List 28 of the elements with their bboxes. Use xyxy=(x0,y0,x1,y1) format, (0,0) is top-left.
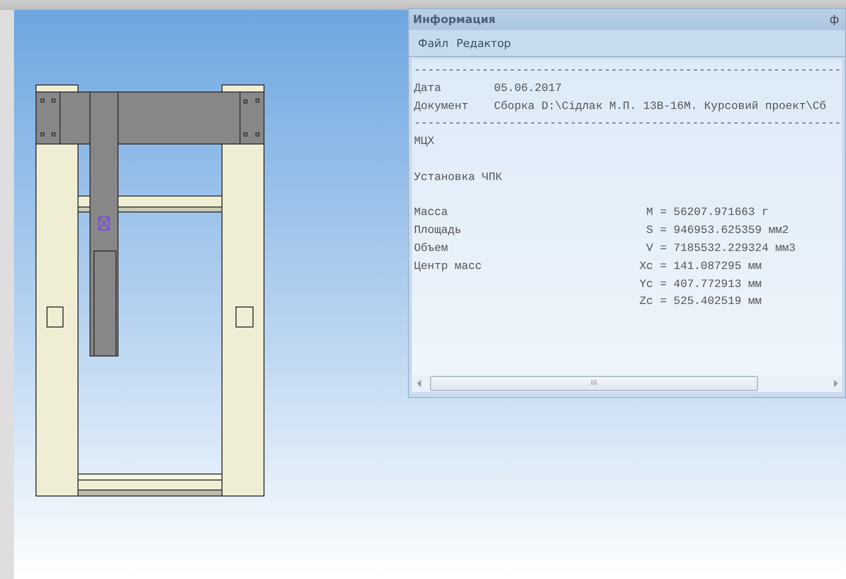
field-label: Документ xyxy=(414,100,470,115)
pin-icon[interactable]: ф xyxy=(830,13,839,26)
separator-line: --------------------------------------------------------------- xyxy=(414,117,842,132)
menu-item[interactable]: Файл xyxy=(415,36,452,50)
field-value: Сборка D:\Сідлак М.П. 13В-16М. Курсовий проект\Сб xyxy=(494,100,826,115)
property-label: Площадь xyxy=(414,225,462,238)
property-label: Масса xyxy=(414,207,448,220)
menu-item[interactable]: Редактор xyxy=(453,36,514,50)
property-value: = 946953.625359 мм2 xyxy=(660,224,789,240)
panel-title: Информация xyxy=(413,13,496,26)
property-value: = 525.402519 мм xyxy=(660,295,762,310)
report-heading: МЦХ xyxy=(414,135,434,150)
property-symbol: V xyxy=(646,242,653,255)
property-value: = 56207.971663 г xyxy=(660,206,768,222)
property-symbol: S xyxy=(646,225,653,238)
property-symbol: Zc xyxy=(639,296,653,308)
property-value: = 407.772913 мм xyxy=(660,278,762,293)
property-value: = 7185532.229324 мм3 xyxy=(660,242,796,257)
field-label: Дата xyxy=(414,82,442,97)
separator-line: --------------------------------------------------------------- xyxy=(414,64,842,79)
property-label: Центр масс xyxy=(414,260,482,273)
field-value: 05.06.2017 xyxy=(494,82,562,97)
property-symbol: Xc xyxy=(639,260,653,273)
property-symbol: Yc xyxy=(639,278,653,291)
property-label: Объем xyxy=(414,242,448,255)
property-value: = 141.087295 мм xyxy=(660,260,762,275)
property-symbol: M xyxy=(646,207,653,220)
report-heading: Установка ЧПК xyxy=(414,170,502,186)
